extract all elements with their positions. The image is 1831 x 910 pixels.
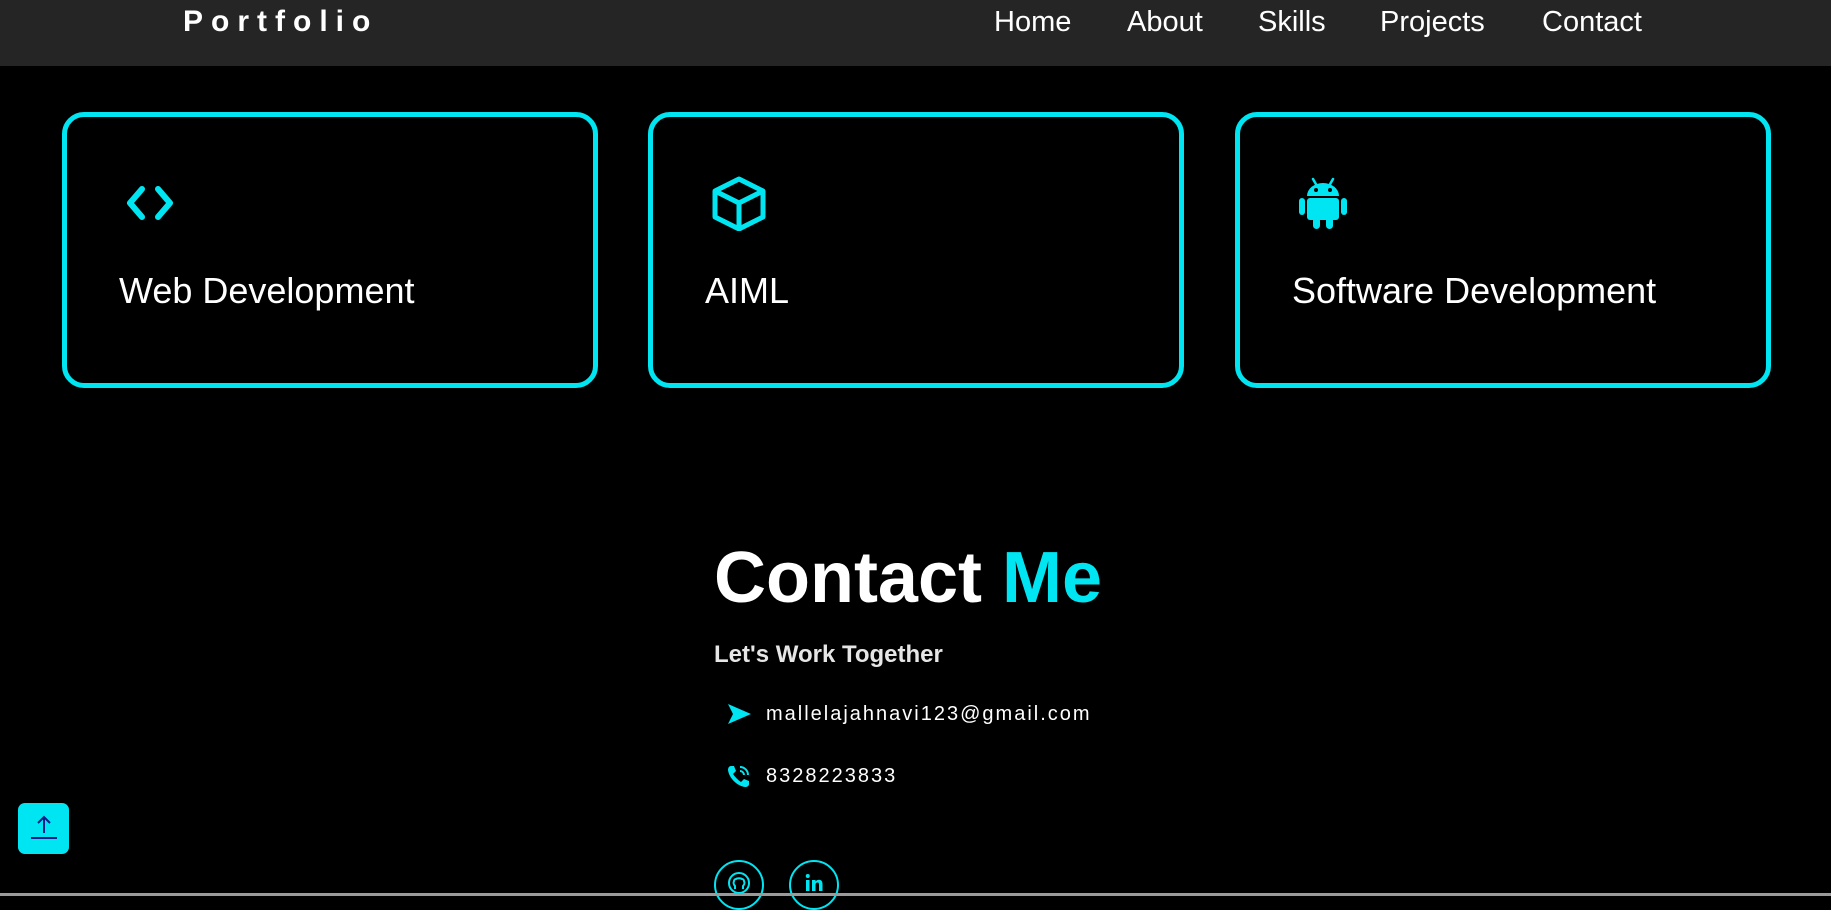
service-card-title: AIML <box>705 270 790 311</box>
code-icon <box>122 175 178 231</box>
github-link[interactable] <box>714 860 764 910</box>
email-link[interactable]: mallelajahnavi123@gmail.com <box>766 703 1092 726</box>
arrow-up-icon <box>29 811 59 846</box>
nav-link-about[interactable]: About <box>1127 4 1203 40</box>
android-icon <box>1295 175 1351 231</box>
service-card-title: Web Development <box>119 270 415 311</box>
back-to-top-button[interactable] <box>18 803 69 854</box>
service-card-web-development: Web Development <box>62 112 598 388</box>
service-card-aiml: AIML <box>648 112 1184 388</box>
nav-link-contact[interactable]: Contact <box>1542 4 1642 40</box>
contact-heading: Contact Me <box>714 536 1102 620</box>
phone-row: 8328223833 <box>726 761 897 791</box>
contact-subtitle: Let's Work Together <box>714 641 943 668</box>
nav-link-projects[interactable]: Projects <box>1380 4 1485 40</box>
brand-logo[interactable]: Portfolio <box>183 4 378 40</box>
navbar: Portfolio Home About Skills Projects Con… <box>0 0 1831 66</box>
phone-number: 8328223833 <box>766 764 898 787</box>
service-card-software-development: Software Development <box>1235 112 1771 388</box>
cube-icon <box>711 175 767 232</box>
linkedin-link[interactable] <box>789 860 839 910</box>
email-row: mallelajahnavi123@gmail.com <box>726 699 1092 729</box>
contact-heading-accent: Me <box>1002 538 1103 618</box>
phone-icon <box>726 763 752 789</box>
nav-link-skills[interactable]: Skills <box>1258 4 1326 40</box>
contact-heading-main: Contact <box>714 538 982 618</box>
service-card-title: Software Development <box>1292 270 1657 311</box>
send-icon <box>726 701 752 727</box>
nav-link-home[interactable]: Home <box>994 4 1071 40</box>
